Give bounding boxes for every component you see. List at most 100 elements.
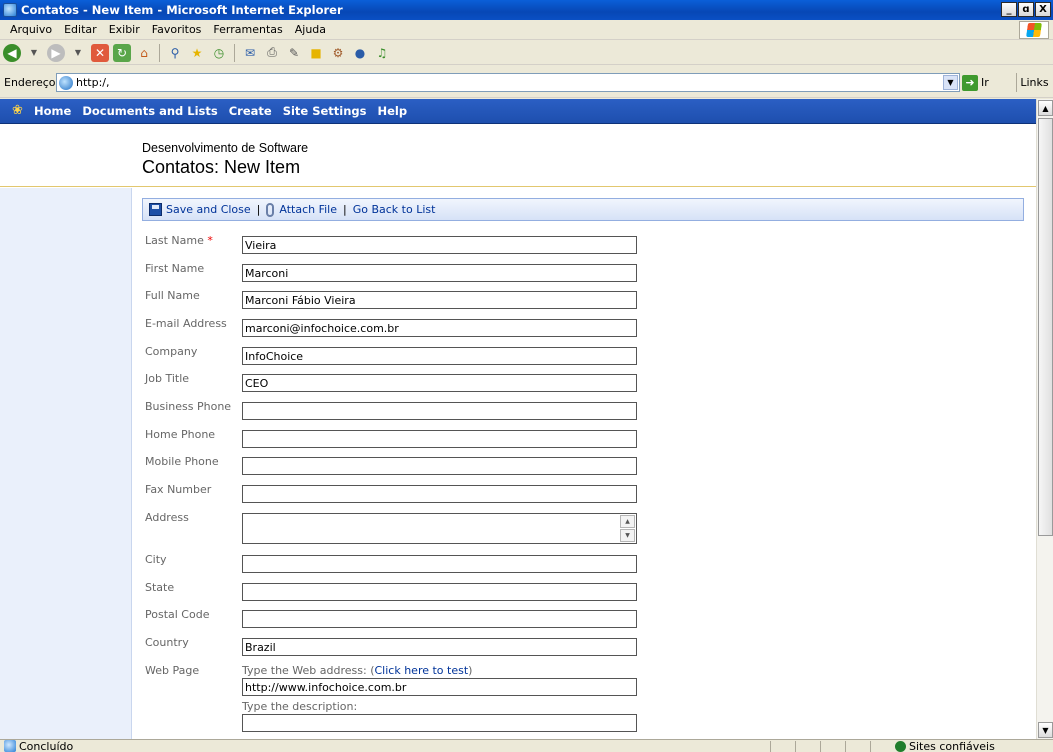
- back-icon[interactable]: ◀: [3, 43, 21, 62]
- save-and-close-button[interactable]: Save and Close: [149, 203, 251, 216]
- scroll-thumb[interactable]: [1038, 118, 1053, 536]
- page-viewport: ❀ Home Documents and Lists Create Site S…: [0, 99, 1036, 739]
- toolbar-separator: [159, 43, 160, 62]
- first-name-label: First Name: [145, 262, 205, 275]
- messenger-icon[interactable]: ●: [351, 44, 369, 62]
- history-icon[interactable]: ◷: [210, 44, 228, 62]
- web-address-hint: Type the Web address: (Click here to tes…: [242, 664, 472, 677]
- mobile-phone-input[interactable]: [242, 457, 637, 475]
- page-icon: [59, 75, 73, 90]
- postal-code-input[interactable]: [242, 610, 637, 628]
- window-controls: _ ɑ X: [1001, 2, 1051, 17]
- nav-help[interactable]: Help: [378, 104, 408, 118]
- state-input[interactable]: [242, 583, 637, 601]
- header-left-column: [0, 124, 132, 186]
- email-input[interactable]: [242, 319, 637, 337]
- nav-site-settings[interactable]: Site Settings: [283, 104, 367, 118]
- address-field[interactable]: [56, 73, 960, 92]
- home-phone-label: Home Phone: [145, 428, 216, 441]
- web-description-input[interactable]: [242, 714, 637, 732]
- site-name: Desenvolvimento de Software: [142, 141, 309, 155]
- home-icon[interactable]: ⌂: [135, 44, 153, 62]
- menu-ajuda[interactable]: Ajuda: [289, 23, 332, 36]
- media-icon[interactable]: ♫: [373, 44, 391, 62]
- windows-logo: [1019, 21, 1049, 39]
- trusted-sites-icon: [895, 741, 906, 752]
- zone-label: Sites confiáveis: [909, 740, 995, 752]
- web-address-input[interactable]: [242, 678, 637, 696]
- page-header: Desenvolvimento de Software Contatos: Ne…: [0, 124, 1036, 187]
- menu-favoritos[interactable]: Favoritos: [146, 23, 208, 36]
- nav-create[interactable]: Create: [229, 104, 272, 118]
- save-icon: [149, 203, 162, 216]
- sharepoint-logo-icon: ❀: [12, 103, 23, 118]
- windows-flag-icon: [1026, 23, 1042, 37]
- menu-ferramentas[interactable]: Ferramentas: [207, 23, 288, 36]
- forward-dropdown-icon[interactable]: ▼: [69, 44, 87, 62]
- city-input[interactable]: [242, 555, 637, 573]
- research-icon[interactable]: ⚙: [329, 44, 347, 62]
- page-body: Save and Close | Attach File | Go Back t…: [0, 188, 1036, 739]
- required-marker: *: [207, 234, 213, 247]
- scroll-up-icon[interactable]: ▲: [620, 515, 635, 528]
- company-input[interactable]: [242, 347, 637, 365]
- refresh-icon[interactable]: ↻: [113, 43, 131, 62]
- web-address-hint-suffix: ): [468, 664, 473, 677]
- forward-icon[interactable]: ▶: [47, 43, 65, 62]
- mail-icon[interactable]: ✉: [241, 44, 259, 62]
- textarea-scrollbar[interactable]: ▲ ▼: [620, 515, 635, 542]
- scroll-up-arrow-icon[interactable]: ▲: [1038, 100, 1053, 116]
- maximize-button[interactable]: ɑ: [1018, 2, 1034, 17]
- scroll-down-icon[interactable]: ▼: [620, 529, 635, 542]
- close-button[interactable]: X: [1035, 2, 1051, 17]
- full-name-input[interactable]: [242, 291, 637, 309]
- links-button[interactable]: Links: [1016, 73, 1052, 92]
- notes-icon[interactable]: ■: [307, 44, 325, 62]
- address-label: Endereço: [4, 76, 56, 89]
- favorites-star-icon[interactable]: ★: [188, 44, 206, 62]
- business-phone-input[interactable]: [242, 402, 637, 420]
- test-link[interactable]: Click here to test: [375, 664, 469, 677]
- field-label: Last Name *: [145, 234, 213, 247]
- home-phone-input[interactable]: [242, 430, 637, 448]
- country-input[interactable]: [242, 638, 637, 656]
- menu-editar[interactable]: Editar: [58, 23, 103, 36]
- ie-app-icon: [3, 3, 17, 17]
- job-title-input[interactable]: [242, 374, 637, 392]
- go-arrow-icon: ➜: [962, 74, 978, 91]
- attach-file-label: Attach File: [279, 203, 337, 216]
- web-page-label: Web Page: [145, 664, 200, 677]
- security-zone[interactable]: Sites confiáveis: [895, 740, 995, 752]
- first-name-input[interactable]: [242, 264, 637, 282]
- edit-icon[interactable]: ✎: [285, 44, 303, 62]
- web-address-hint-prefix: Type the Web address: (: [242, 664, 375, 677]
- last-name-input[interactable]: [242, 236, 637, 254]
- menu-arquivo[interactable]: Arquivo: [4, 23, 58, 36]
- scroll-down-arrow-icon[interactable]: ▼: [1038, 722, 1053, 738]
- form-action-bar: Save and Close | Attach File | Go Back t…: [142, 198, 1024, 221]
- page-done-icon: [4, 740, 16, 752]
- fax-number-input[interactable]: [242, 485, 637, 503]
- status-divider: [820, 741, 821, 752]
- go-button[interactable]: ➜ Ir: [962, 73, 1012, 92]
- address-dropdown-icon[interactable]: ▼: [943, 75, 958, 90]
- stop-icon[interactable]: ✕: [91, 43, 109, 62]
- nav-documents-and-lists[interactable]: Documents and Lists: [82, 104, 217, 118]
- search-icon[interactable]: ⚲: [166, 44, 184, 62]
- menu-bar: Arquivo Editar Exibir Favoritos Ferramen…: [0, 20, 1053, 40]
- job-title-label: Job Title: [145, 372, 190, 385]
- nav-home[interactable]: Home: [34, 104, 71, 118]
- attach-file-button[interactable]: Attach File: [266, 202, 337, 217]
- print-icon[interactable]: ⎙: [263, 44, 281, 62]
- status-divider: [795, 741, 796, 752]
- window-titlebar: Contatos - New Item - Microsoft Internet…: [0, 0, 1053, 20]
- menu-exibir[interactable]: Exibir: [103, 23, 146, 36]
- action-separator: |: [256, 203, 261, 216]
- address-input[interactable]: [76, 76, 936, 89]
- back-dropdown-icon[interactable]: ▼: [25, 44, 43, 62]
- go-back-to-list-link[interactable]: Go Back to List: [353, 203, 436, 216]
- address-textarea[interactable]: ▲ ▼: [242, 513, 637, 544]
- minimize-button[interactable]: _: [1001, 2, 1017, 17]
- go-label: Ir: [981, 76, 989, 89]
- page-scrollbar[interactable]: ▲ ▼: [1036, 99, 1053, 739]
